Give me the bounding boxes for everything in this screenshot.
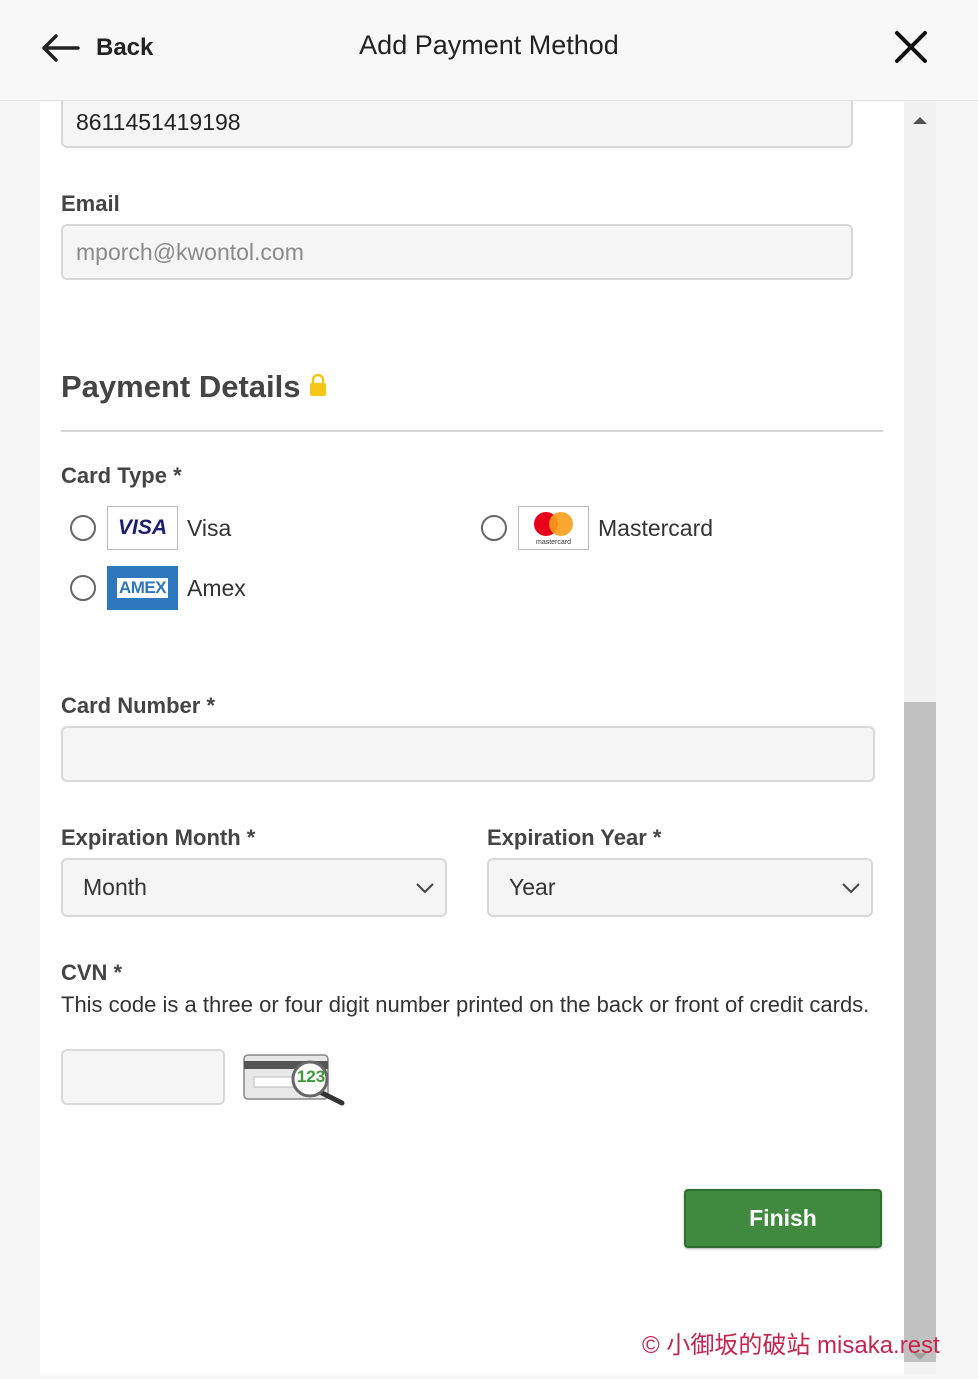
cvn-description: This code is a three or four digit numbe… xyxy=(61,992,870,1017)
scroll-up-button[interactable] xyxy=(904,101,936,139)
watermark: © 小御坂的破站 misaka.rest xyxy=(642,1332,940,1359)
scroll-thumb[interactable] xyxy=(904,702,936,1362)
close-button[interactable] xyxy=(892,28,930,66)
exp-month-select[interactable]: Month xyxy=(61,858,447,917)
chevron-down-icon xyxy=(842,883,860,894)
cvn-input[interactable] xyxy=(61,1049,225,1105)
mastercard-radio[interactable] xyxy=(481,515,507,541)
back-button[interactable]: Back xyxy=(40,28,153,68)
card-number-label: Card Number * xyxy=(61,693,216,718)
card-type-label: Card Type * xyxy=(61,463,182,488)
scrollbar[interactable] xyxy=(904,101,936,1374)
amex-radio[interactable] xyxy=(70,575,96,601)
email-label: Email xyxy=(61,191,120,216)
back-label: Back xyxy=(96,34,154,61)
email-field[interactable] xyxy=(61,224,853,280)
visa-radio[interactable] xyxy=(70,515,96,541)
exp-year-select[interactable]: Year xyxy=(487,858,873,917)
exp-year-value: Year xyxy=(509,874,556,900)
close-icon xyxy=(895,31,927,63)
section-divider xyxy=(61,430,883,432)
mastercard-logo: mastercard xyxy=(518,506,589,550)
header-bar: Back Add Payment Method xyxy=(0,0,978,101)
amex-label: Amex xyxy=(187,575,246,601)
cvn-label: CVN * xyxy=(61,960,123,985)
phone-field[interactable] xyxy=(61,101,853,148)
exp-year-label: Expiration Year * xyxy=(487,825,662,850)
cvn-card-icon: 123 xyxy=(242,1049,348,1107)
finish-button[interactable]: Finish xyxy=(684,1189,882,1248)
chevron-down-icon xyxy=(416,883,434,894)
visa-label: Visa xyxy=(187,515,232,541)
form-panel: Email Payment Details Card Type * VISA V… xyxy=(40,101,904,1374)
card-number-input[interactable] xyxy=(61,726,875,782)
amex-logo: AMEX xyxy=(107,566,178,610)
triangle-up-icon xyxy=(913,117,927,124)
visa-logo: VISA xyxy=(107,506,178,550)
exp-month-label: Expiration Month * xyxy=(61,825,256,850)
lock-icon xyxy=(309,369,327,405)
exp-month-value: Month xyxy=(83,874,147,900)
arrow-left-icon xyxy=(42,34,80,62)
payment-details-heading: Payment Details xyxy=(61,369,327,405)
payment-details-title: Payment Details xyxy=(61,369,301,404)
mastercard-label: Mastercard xyxy=(598,515,714,541)
